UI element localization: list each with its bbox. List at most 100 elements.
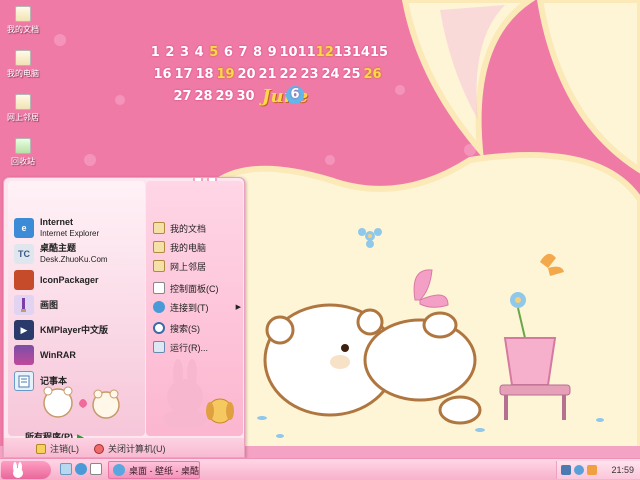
- calendar-day: 15: [369, 45, 389, 60]
- start-item-title: 桌酷主题: [40, 243, 77, 253]
- calendar-day: 3: [180, 45, 190, 60]
- media-player-icon[interactable]: [90, 463, 102, 475]
- notepad-icon: [14, 371, 34, 391]
- logoff-button[interactable]: 注销(L): [36, 442, 79, 455]
- internet-explorer-icon[interactable]: [75, 463, 87, 475]
- recycle-bin-icon: [15, 138, 31, 154]
- calendar-day: 19: [216, 67, 235, 82]
- desktop-icon-recycle-bin[interactable]: 回收站: [4, 138, 42, 167]
- start-menu-footer: 注销(L) 关闭计算机(U): [4, 438, 244, 457]
- network-icon: [15, 94, 31, 110]
- start-item-subtitle: Internet Explorer: [40, 229, 100, 238]
- key-icon: [36, 443, 46, 454]
- start-place-label: 我的文档: [170, 223, 207, 234]
- start-item-title: 画图: [40, 299, 59, 310]
- show-desktop-icon[interactable]: [60, 463, 72, 475]
- start-place-my-documents[interactable]: 我的文档: [153, 219, 241, 237]
- internet-explorer-icon: e: [14, 218, 34, 238]
- zhuoku-theme-icon: TC: [14, 244, 34, 264]
- start-item-zhuoku-theme[interactable]: TC 桌酷主题 Desk.ZhuoKu.Com: [14, 242, 144, 266]
- calendar-day: 16: [153, 67, 172, 82]
- tray-app-icon[interactable]: [587, 465, 597, 475]
- calendar-day: 4: [194, 45, 204, 60]
- calendar-current-day-badge: 6: [286, 86, 304, 104]
- start-place-search[interactable]: 搜索(S): [153, 319, 241, 337]
- start-place-network[interactable]: 网上邻居: [153, 257, 241, 275]
- folder-icon: [15, 6, 31, 22]
- calendar-day: 10: [279, 45, 298, 60]
- power-icon: [94, 443, 104, 454]
- control-panel-icon: [153, 282, 165, 294]
- iconpackager-icon: [14, 270, 34, 290]
- start-item-subtitle: Desk.ZhuoKu.Com: [40, 255, 108, 264]
- start-item-paint[interactable]: 画图: [14, 293, 144, 317]
- calendar-day: 12: [315, 45, 334, 60]
- calendar-day: 23: [300, 67, 319, 82]
- calendar-day: 25: [342, 67, 361, 82]
- desktop-icon-network[interactable]: 网上邻居: [4, 94, 42, 123]
- start-item-internet[interactable]: e Internet Internet Explorer: [14, 216, 144, 240]
- calendar-day: 11: [297, 45, 316, 60]
- quick-launch: [60, 463, 102, 475]
- start-place-my-computer[interactable]: 我的电脑: [153, 238, 241, 256]
- calendar-day: 5: [209, 45, 219, 60]
- start-menu-places-panel: 我的文档 我的电脑 网上邻居 控制面板(C) 连接到(T) ▶ 搜索(S) 运行…: [146, 181, 243, 436]
- calendar-row: 16 17 18 19 20 21 22 23 24 25 26: [152, 64, 388, 86]
- start-place-label: 我的电脑: [170, 242, 207, 253]
- calendar-day: 24: [321, 67, 340, 82]
- start-place-label: 搜索(S): [170, 323, 200, 334]
- calendar-day: 27: [173, 89, 192, 104]
- start-place-label: 连接到(T): [170, 302, 209, 313]
- start-item-title: IconPackager: [40, 274, 99, 285]
- desktop-icon-label: 我的文档: [7, 25, 39, 34]
- bunny-start-icon: [13, 462, 23, 478]
- calendar-day: 29: [215, 89, 234, 104]
- calendar-day: 7: [238, 45, 248, 60]
- desktop-icon-my-computer[interactable]: 我的电脑: [4, 50, 42, 79]
- calendar-day: 13: [333, 45, 352, 60]
- browser-icon: [113, 464, 125, 476]
- folder-icon: [153, 222, 165, 234]
- start-place-control-panel[interactable]: 控制面板(C): [153, 279, 241, 297]
- start-item-title: WinRAR: [40, 349, 76, 360]
- volume-tray-icon[interactable]: [574, 465, 584, 475]
- clock[interactable]: 21:59: [611, 465, 634, 475]
- start-place-connect-to[interactable]: 连接到(T) ▶: [153, 298, 241, 316]
- start-button[interactable]: [1, 461, 51, 479]
- calendar-day: 26: [363, 67, 382, 82]
- start-item-iconpackager[interactable]: IconPackager: [14, 268, 144, 292]
- calendar-day: 17: [174, 67, 193, 82]
- globe-icon: [153, 301, 165, 313]
- desktop-icon-label: 我的电脑: [7, 69, 39, 78]
- taskbar-window-button[interactable]: 桌面 - 壁纸 - 桌酷...: [108, 461, 200, 479]
- desktop-icon-label: 回收站: [11, 157, 35, 166]
- calendar-widget: 1 2 3 4 5 6 7 8 9 10 11 12 13 14 15 16 17 18 19 20 21 22 23 24…: [148, 42, 388, 108]
- taskbar: 桌面 - 壁纸 - 桌酷... 21:59: [0, 458, 640, 480]
- kmplayer-icon: ▶: [14, 320, 34, 340]
- shutdown-button[interactable]: 关闭计算机(U): [94, 442, 166, 455]
- arrow-right-icon: ▶: [235, 304, 241, 311]
- desktop-icon-my-documents[interactable]: 我的文档: [4, 6, 42, 35]
- computer-icon: [15, 50, 31, 66]
- start-item-title: Internet: [40, 217, 74, 227]
- calendar-day: 28: [194, 89, 213, 104]
- start-menu-programs-panel: e Internet Internet Explorer TC 桌酷主题 Des…: [8, 181, 145, 442]
- network-icon: [153, 260, 165, 272]
- calendar-day: 18: [195, 67, 214, 82]
- calendar-day: 9: [267, 45, 277, 60]
- calendar-row: 1 2 3 4 5 6 7 8 9 10 11 12 13 14 15: [148, 42, 388, 64]
- start-item-kmplayer[interactable]: ▶ KMPlayer中文版: [14, 318, 144, 342]
- computer-icon: [153, 241, 165, 253]
- calendar-row: 27 28 29 30 June 6: [172, 86, 388, 108]
- calendar-day: 22: [279, 67, 298, 82]
- start-item-title: KMPlayer中文版: [40, 324, 109, 335]
- search-icon: [153, 322, 165, 334]
- network-tray-icon[interactable]: [561, 465, 571, 475]
- paint-icon: [14, 295, 34, 315]
- calendar-day: 30: [236, 89, 255, 104]
- calendar-day: 1: [150, 45, 160, 60]
- start-item-winrar[interactable]: WinRAR: [14, 343, 144, 367]
- calendar-day: 20: [237, 67, 256, 82]
- calendar-day: 14: [351, 45, 370, 60]
- run-icon: [153, 341, 165, 353]
